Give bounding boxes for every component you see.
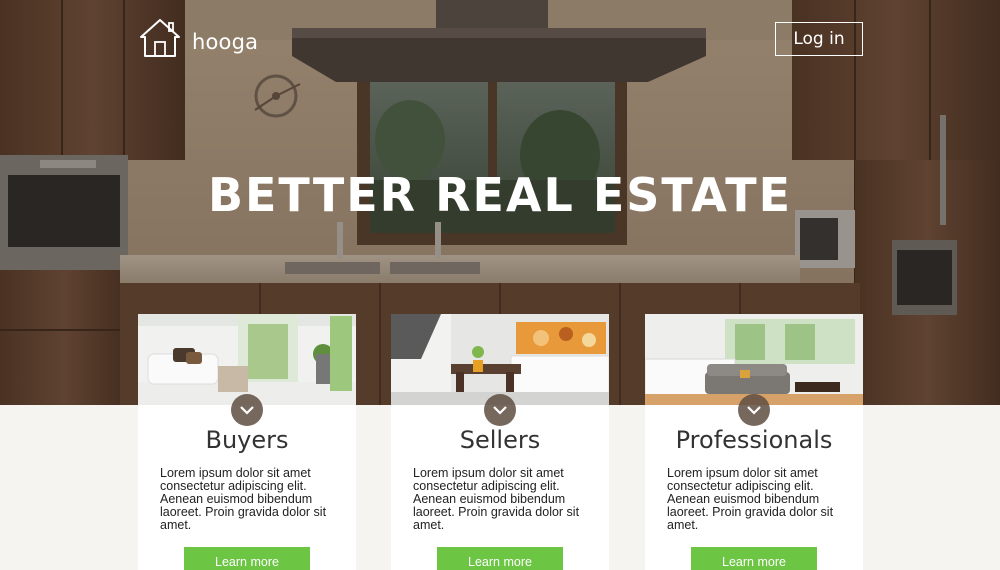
buyers-photo	[138, 314, 356, 405]
card-title: Professionals	[675, 426, 833, 454]
card-description: Lorem ipsum dolor sit amet consectetur a…	[667, 466, 834, 532]
chevron-down-icon[interactable]	[484, 394, 516, 426]
card-description: Lorem ipsum dolor sit amet consectetur a…	[413, 466, 580, 532]
hero-headline: BETTER REAL ESTATE	[207, 168, 793, 222]
learn-more-button[interactable]: Learn more	[184, 547, 310, 570]
card-professionals: Professionals Lorem ipsum dolor sit amet…	[645, 314, 863, 570]
learn-more-button[interactable]: Learn more	[437, 547, 563, 570]
chevron-down-icon[interactable]	[231, 394, 263, 426]
card-sellers: Sellers Lorem ipsum dolor sit amet conse…	[391, 314, 609, 570]
learn-more-button[interactable]: Learn more	[691, 547, 817, 570]
professionals-photo	[645, 314, 863, 405]
card-title: Sellers	[459, 426, 541, 454]
card-title: Buyers	[205, 426, 289, 454]
house-icon	[138, 17, 182, 64]
brand-logo[interactable]: hooga	[138, 17, 258, 64]
card-buyers: Buyers Lorem ipsum dolor sit amet consec…	[138, 314, 356, 570]
sellers-photo	[391, 314, 609, 405]
card-description: Lorem ipsum dolor sit amet consectetur a…	[160, 466, 327, 532]
login-button[interactable]: Log in	[775, 22, 863, 56]
brand-name: hooga	[192, 29, 259, 54]
chevron-down-icon[interactable]	[738, 394, 770, 426]
